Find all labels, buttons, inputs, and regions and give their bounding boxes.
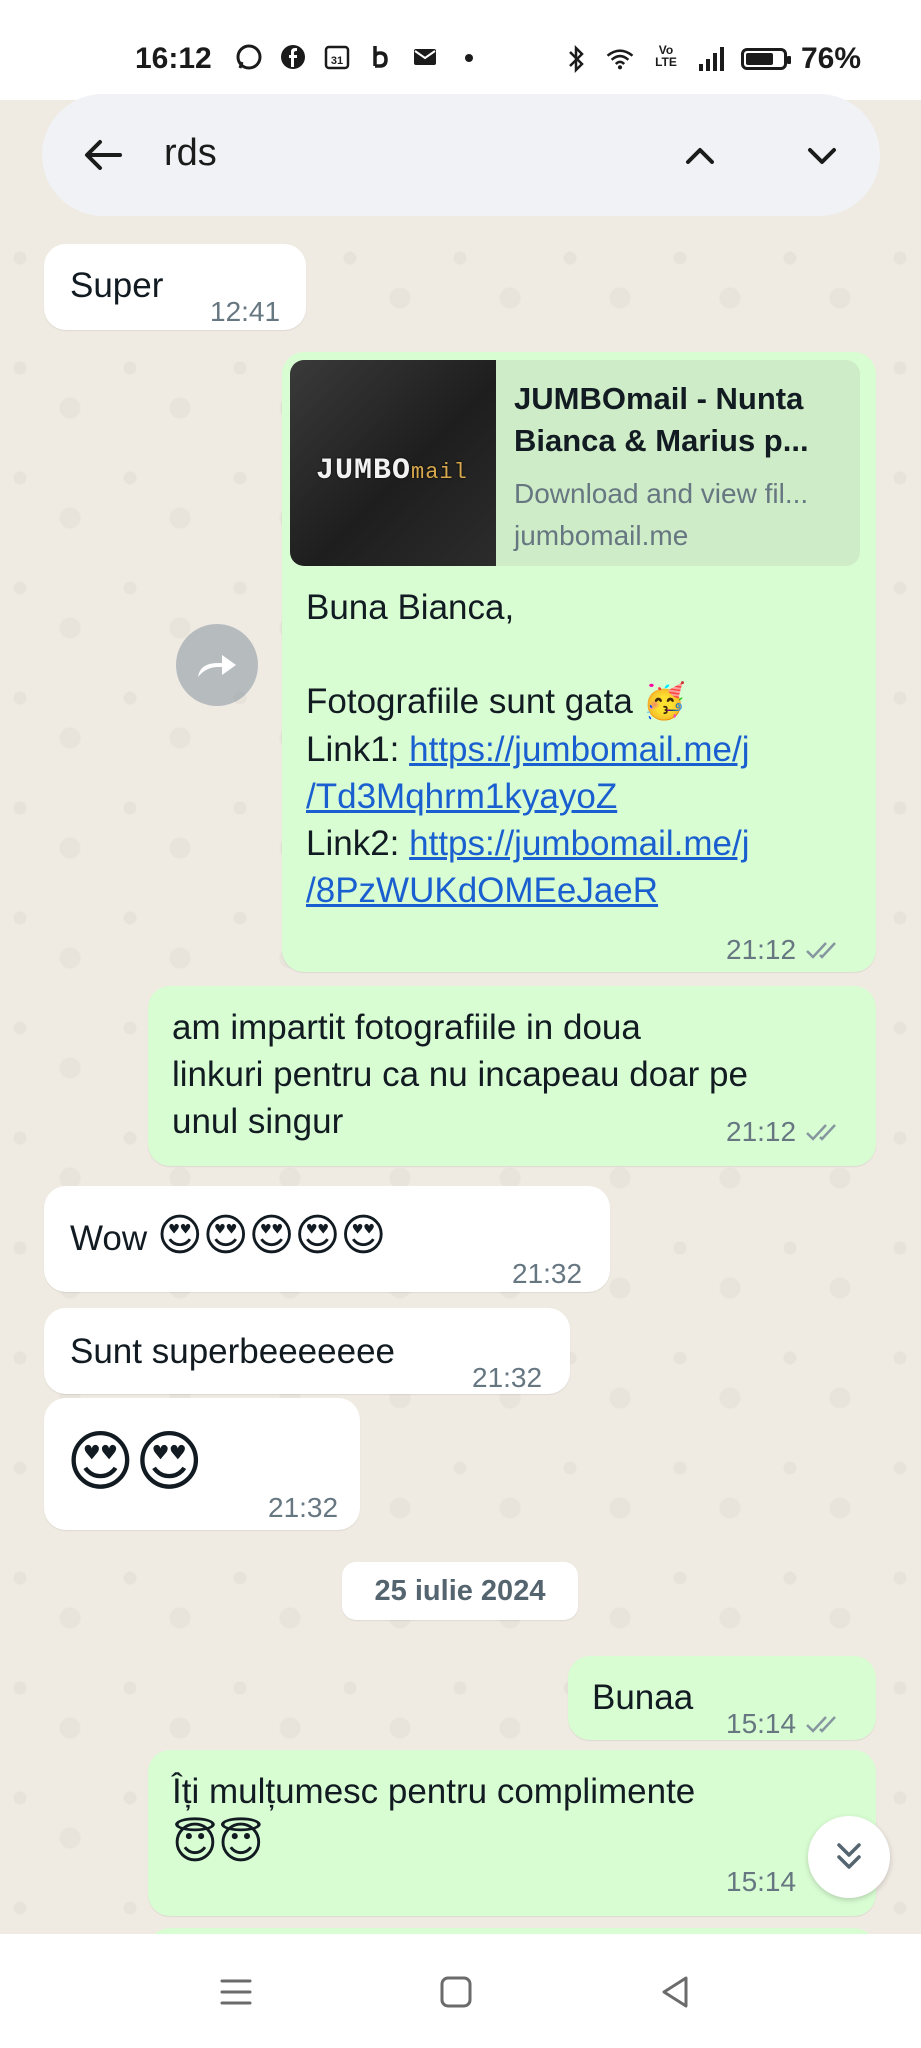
volte-icon: Vo LTE: [655, 43, 677, 69]
message-meta: 21:12: [726, 926, 846, 973]
chat-messages-area[interactable]: Super 12:41 JUMBOmail JUMBOmail - Nunta …: [0, 238, 921, 1934]
notification-icons: 31: [234, 42, 484, 72]
double-check-icon: [806, 1715, 836, 1733]
battery-icon: [740, 48, 791, 70]
back-arrow-icon[interactable]: [80, 132, 126, 178]
b-app-notification-icon: [366, 42, 396, 72]
smiling-halo-emojis: 😇😇: [172, 1818, 264, 1869]
link1-continued[interactable]: /Td3Mqhrm1kyayoZ: [306, 777, 617, 816]
outgoing-link-message[interactable]: JUMBOmail JUMBOmail - Nunta Bianca & Mar…: [282, 352, 876, 972]
mail-notification-icon: [410, 42, 440, 72]
message-text-line: linkuri pentru ca nu incapeau doar pe: [172, 1055, 748, 1094]
message-time: 15:14: [726, 1866, 797, 1897]
double-check-icon: [806, 941, 836, 959]
date-divider: 25 iulie 2024: [342, 1562, 578, 1620]
double-check-icon: [806, 1123, 836, 1141]
message-time: 21:12: [726, 1116, 797, 1147]
message-text-line: unul singur: [172, 1102, 344, 1141]
link-preview-domain: jumbomail.me: [514, 520, 689, 551]
message-text-line: Buna Bianca,: [306, 588, 515, 627]
outgoing-message[interactable]: Îți mulțumesc pentru complimente 😇😇 15:1…: [148, 1750, 876, 1916]
wifi-icon: [605, 44, 635, 74]
message-time: 12:41: [210, 296, 281, 327]
whatsapp-notification-icon: [234, 42, 264, 72]
double-chevron-down-icon: [837, 1843, 861, 1869]
jumbomail-logo: JUMBOmail: [316, 454, 468, 488]
message-text-line: Link1: https://jumbomail.me/j: [306, 730, 750, 769]
message-time: 21:32: [472, 1362, 543, 1393]
chevron-down-icon[interactable]: [800, 134, 844, 178]
link2[interactable]: https://jumbomail.me/j: [409, 824, 749, 863]
message-text-line: am impartit fotografiile in doua: [172, 1008, 641, 1047]
scroll-to-bottom-button[interactable]: [808, 1816, 890, 1898]
message-meta: 21:12: [726, 1108, 846, 1155]
status-bar: 16:12 31 Vo LTE 76%: [0, 0, 921, 100]
message-text-line: Îți mulțumesc pentru complimente: [172, 1772, 696, 1811]
incoming-message[interactable]: Sunt superbeeeeeee 21:32: [44, 1308, 570, 1394]
party-face-emoji: 🥳: [642, 682, 687, 722]
chat-search-bar: rds: [42, 94, 880, 216]
svg-text:31: 31: [331, 55, 343, 67]
battery-percent: 76%: [800, 42, 861, 75]
message-time: 21:32: [268, 1492, 339, 1523]
chevron-up-icon[interactable]: [678, 134, 722, 178]
recent-apps-icon[interactable]: [216, 1972, 256, 2012]
heart-eyes-emojis: 😍😍😍😍😍: [156, 1210, 387, 1261]
search-input[interactable]: rds: [164, 132, 217, 175]
message-text: Sunt superbeeeeeee: [70, 1332, 395, 1371]
system-icons: Vo LTE 76%: [561, 42, 861, 76]
more-notifications-dot-icon: [454, 42, 484, 72]
message-meta: 15:14: [726, 1700, 846, 1747]
status-time: 16:12: [135, 42, 212, 75]
home-icon[interactable]: [436, 1972, 476, 2012]
link-preview[interactable]: JUMBOmail JUMBOmail - Nunta Bianca & Mar…: [290, 360, 860, 566]
incoming-message[interactable]: 😍😍 21:32: [44, 1398, 360, 1530]
forward-icon: [198, 655, 236, 677]
message-text-line: Fotografiile sunt gata 🥳: [306, 682, 687, 722]
outgoing-message[interactable]: Bunaa 15:14: [568, 1656, 876, 1740]
heart-eyes-emojis: 😍😍: [66, 1423, 204, 1500]
calendar-notification-icon: 31: [322, 42, 352, 72]
link-preview-description: Download and view fil...: [514, 478, 809, 509]
link-preview-thumbnail: JUMBOmail: [290, 360, 496, 566]
back-icon[interactable]: [656, 1972, 696, 2012]
signal-icon: [697, 44, 727, 74]
facebook-notification-icon: [278, 42, 308, 72]
link-preview-title: JUMBOmail - Nunta Bianca & Marius p...: [514, 381, 809, 458]
message-text: Wow 😍😍😍😍😍: [70, 1210, 387, 1261]
incoming-message[interactable]: Super 12:41: [44, 244, 306, 330]
link1[interactable]: https://jumbomail.me/j: [409, 730, 749, 769]
link2-continued[interactable]: /8PzWUKdOMEeJaeR: [306, 871, 658, 910]
message-meta: 15:14: [726, 1858, 796, 1905]
system-navigation-bar: [0, 1934, 921, 2048]
message-time: 15:14: [726, 1708, 797, 1739]
message-text: Bunaa: [592, 1678, 694, 1717]
outgoing-message[interactable]: am impartit fotografiile in doua linkuri…: [148, 986, 876, 1166]
incoming-message[interactable]: Wow 😍😍😍😍😍 21:32: [44, 1186, 610, 1292]
message-text: Super: [70, 266, 164, 305]
message-time: 21:32: [512, 1258, 583, 1289]
bluetooth-icon: [561, 44, 591, 74]
message-text-line: Link2: https://jumbomail.me/j: [306, 824, 750, 863]
forward-button[interactable]: [176, 624, 258, 706]
message-time: 21:12: [726, 934, 797, 965]
